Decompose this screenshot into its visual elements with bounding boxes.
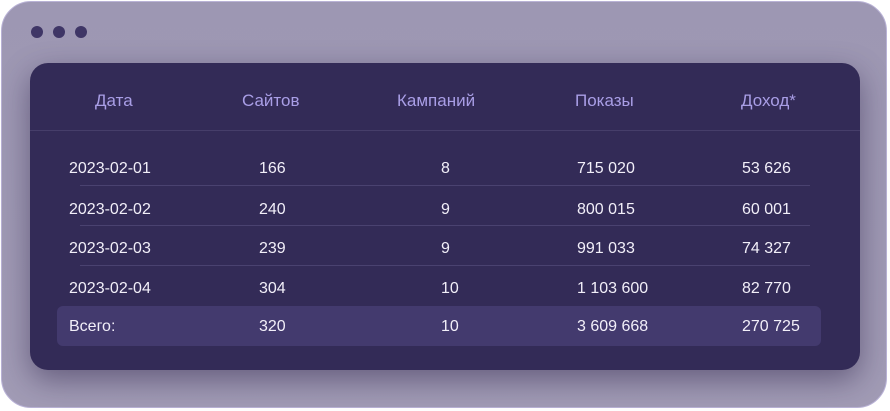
window-dot-2[interactable] xyxy=(53,26,65,38)
table-header: Дата Сайтов Кампаний Показы Доход* xyxy=(30,63,860,131)
cell-revenue: 53 626 xyxy=(742,160,791,177)
window-dot-1[interactable] xyxy=(31,26,43,38)
cell-impressions: 991 033 xyxy=(577,240,635,257)
cell-impressions: 715 020 xyxy=(577,160,635,177)
window-dot-3[interactable] xyxy=(75,26,87,38)
table-row: 2023-02-03 239 9 991 033 74 327 xyxy=(30,227,860,267)
cell-date: 2023-02-02 xyxy=(69,201,151,218)
total-sites: 320 xyxy=(259,318,286,335)
cell-campaigns: 9 xyxy=(441,240,450,257)
cell-campaigns: 9 xyxy=(441,201,450,218)
stats-table: Дата Сайтов Кампаний Показы Доход* 2023-… xyxy=(30,63,860,370)
window-controls xyxy=(31,26,87,38)
cell-date: 2023-02-03 xyxy=(69,240,151,257)
cell-sites: 166 xyxy=(259,160,286,177)
total-row: Всего: 320 10 3 609 668 270 725 xyxy=(57,306,821,346)
total-impressions: 3 609 668 xyxy=(577,318,649,335)
header-sites[interactable]: Сайтов xyxy=(242,91,300,111)
total-revenue: 270 725 xyxy=(742,318,800,335)
cell-date: 2023-02-04 xyxy=(69,280,151,297)
cell-revenue: 82 770 xyxy=(742,280,791,297)
row-divider xyxy=(80,185,810,186)
header-impressions[interactable]: Показы xyxy=(575,91,634,111)
cell-impressions: 800 015 xyxy=(577,201,635,218)
cell-sites: 239 xyxy=(259,240,286,257)
header-date[interactable]: Дата xyxy=(95,91,133,111)
total-label: Всего: xyxy=(69,318,116,335)
header-revenue[interactable]: Доход* xyxy=(741,91,796,111)
row-divider xyxy=(80,225,810,226)
table-row: 2023-02-04 304 10 1 103 600 82 770 xyxy=(30,267,860,307)
cell-campaigns: 10 xyxy=(441,280,459,297)
table-row: 2023-02-01 166 8 715 020 53 626 xyxy=(30,147,860,187)
table-row: 2023-02-02 240 9 800 015 60 001 xyxy=(30,188,860,228)
cell-date: 2023-02-01 xyxy=(69,160,151,177)
cell-revenue: 74 327 xyxy=(742,240,791,257)
row-divider xyxy=(80,265,810,266)
cell-campaigns: 8 xyxy=(441,160,450,177)
cell-sites: 240 xyxy=(259,201,286,218)
cell-sites: 304 xyxy=(259,280,286,297)
cell-revenue: 60 001 xyxy=(742,201,791,218)
total-campaigns: 10 xyxy=(441,318,459,335)
cell-impressions: 1 103 600 xyxy=(577,280,649,297)
header-campaigns[interactable]: Кампаний xyxy=(397,91,475,111)
